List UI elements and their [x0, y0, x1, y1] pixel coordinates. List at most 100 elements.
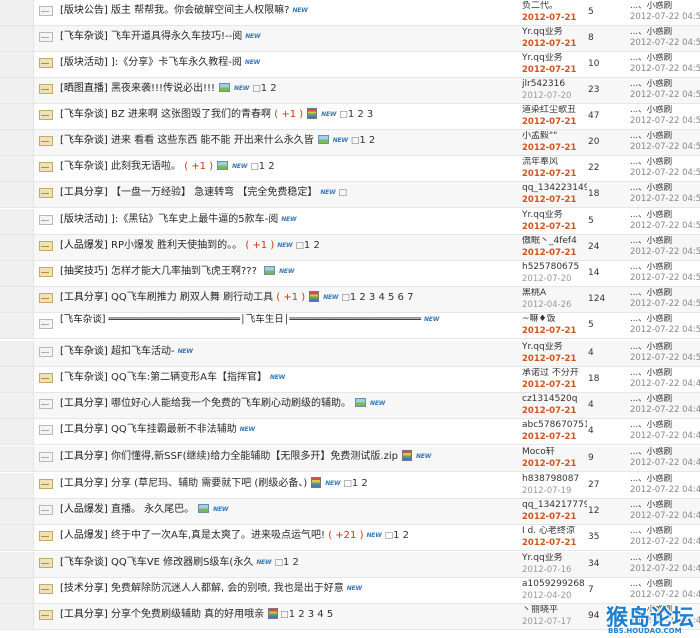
thread-subject-link[interactable]: 超扣飞车活动-	[108, 346, 175, 357]
author-name-link[interactable]: Yr.qq业务	[522, 342, 587, 353]
thread-row[interactable]: [人品爆发] 终于中了一次A车,真是太爽了。进来吸点运气吧! ( +21 ) NE…	[0, 525, 700, 551]
author-name-link[interactable]: I d. 心老终涼	[522, 526, 587, 537]
page-links[interactable]: 1 2 3	[348, 109, 373, 120]
thread-row[interactable]: [飞车杂谈] QQ飞车VE 修改器刷S级车(永久 NEW □1 2 Yr.qq业务 20…	[0, 552, 700, 578]
author-name-link[interactable]: cz1314520q	[522, 394, 587, 405]
thread-row[interactable]: [工具分享] 分享 (草尼玛、辅助 需要就下吧 (刷级必备、) NEW □1 2 h8…	[0, 473, 700, 499]
author-name-link[interactable]: a1059299268	[522, 579, 587, 590]
folder-icon[interactable]	[39, 188, 53, 198]
folder-icon[interactable]	[39, 293, 53, 303]
thread-row[interactable]: [版块公告] 版主 帮帮我。你会破解空间主人权限嘛? NEW 负二代。 2012-07…	[0, 0, 700, 26]
thread-subject-link[interactable]: QQ飞车挂霸最新不非法辅助	[108, 424, 237, 435]
last-post-author-link[interactable]: ...、小惑刷	[630, 420, 700, 431]
last-post-author-link[interactable]: ...、小惑刷	[630, 314, 700, 325]
folder-icon[interactable]	[39, 241, 53, 251]
thread-category[interactable]: [版块公告]	[60, 5, 108, 16]
thread-category[interactable]: [工具分享]	[60, 187, 108, 198]
last-post-author-link[interactable]: ...、小惑刷	[630, 131, 700, 142]
thread-subject-link[interactable]: 此刻我无语啦。	[108, 161, 181, 172]
page-links[interactable]: 1 2	[261, 83, 277, 94]
thread-category[interactable]: [人品爆发]	[60, 530, 108, 541]
thread-subject-link[interactable]: 怎样才能大几率抽到飞虎王啊???	[108, 266, 260, 277]
page-links[interactable]: 1 2 3 4 5	[289, 609, 334, 620]
author-name-link[interactable]: qq_1342177795	[522, 500, 587, 511]
author-name-link[interactable]: 小孟毅""	[522, 131, 587, 142]
last-post-author-link[interactable]: ...、小惑刷	[630, 500, 700, 511]
thread-category[interactable]: [飞车杂谈]	[60, 31, 108, 42]
thread-subject-link[interactable]: 免费解除防沉迷人人都解, 会的别喷, 我也是出于好意	[108, 583, 344, 594]
thread-subject-link[interactable]: 版主 帮帮我。你会破解空间主人权限嘛?	[108, 5, 290, 16]
last-post-author-link[interactable]: ...、小惑刷	[630, 157, 700, 168]
page-links[interactable]: 1 2	[259, 161, 275, 172]
thread-subject-link[interactable]: RP小爆发 胜利天使抽到的。。	[108, 240, 242, 251]
last-post-author-link[interactable]: ...、小惑刷	[630, 579, 700, 590]
page-links[interactable]: 1 2 3 4 5 6 7	[350, 292, 414, 303]
thread-row[interactable]: [人品爆发] 直播。 永久尾巴。NEWqq_13421777952012-07-…	[0, 499, 700, 525]
page-links[interactable]: 1 2	[352, 478, 368, 489]
thread-category[interactable]: [飞车杂谈]	[60, 109, 108, 120]
last-post-author-link[interactable]: ...、小惑刷	[630, 474, 700, 485]
thread-subject-link[interactable]: ]:《黑钻》飞车史上最牛逼的5款车-阅	[108, 214, 278, 225]
envelope-icon[interactable]	[39, 452, 53, 462]
last-post-time[interactable]: 2012-07-22 04:52	[630, 142, 700, 153]
thread-subject-link[interactable]: 终于中了一次A车,真是太爽了。进来吸点运气吧!	[108, 530, 325, 541]
last-post-author-link[interactable]: ...、小惑刷	[630, 27, 700, 38]
last-post-author-link[interactable]: ...、小惑刷	[630, 262, 700, 273]
thread-row[interactable]: [飞车杂谈] QQ飞车:第二辆变形A车【指挥官】 NEW 承诺过 不分开 2012-0…	[0, 367, 700, 393]
thread-category[interactable]: [版块活动]	[60, 57, 108, 68]
last-post-time[interactable]: 2012-07-22 04:49	[630, 485, 700, 496]
page-links[interactable]: 1 2	[359, 135, 375, 146]
author-name-link[interactable]: Yr.qq业务	[522, 53, 587, 64]
thread-subject-link[interactable]: 分享个免费刷级辅助 真的好用哦亲	[108, 609, 264, 620]
last-post-time[interactable]: 2012-07-22 04:49	[630, 511, 700, 522]
thread-row[interactable]: [飞车杂谈] BZ 进来啊 这张图毁了我们的青春啊 ( +1 ) NEW □1 2 …	[0, 104, 700, 130]
last-post-author-link[interactable]: ...、小惑刷	[630, 553, 700, 564]
last-post-author-link[interactable]: ...、小惑刷	[630, 1, 700, 12]
author-name-link[interactable]: 黑桃A	[522, 288, 587, 299]
thread-category[interactable]: [人品爆发]	[60, 504, 108, 515]
envelope-icon[interactable]	[39, 215, 53, 225]
thread-row[interactable]: [技术分享] 免费解除防沉迷人人都解, 会的别喷, 我也是出于好意 NEW a105…	[0, 578, 700, 604]
thread-category[interactable]: [工具分享]	[60, 292, 108, 303]
last-post-author-link[interactable]: ...、小惑刷	[630, 105, 700, 116]
page-links[interactable]: 1 2	[283, 557, 299, 568]
last-post-time[interactable]: 2012-07-22 04:50	[630, 299, 700, 310]
thread-category[interactable]: [工具分享]	[60, 609, 108, 620]
last-post-author-link[interactable]: ...、小惑刷	[630, 342, 700, 353]
author-name-link[interactable]: qq_1342231490	[522, 183, 587, 194]
author-name-link[interactable]: 承诺过 不分开	[522, 368, 587, 379]
author-name-link[interactable]: 流年奉风	[522, 157, 587, 168]
last-post-time[interactable]: 2012-07-22 04:51	[630, 194, 700, 205]
thread-category[interactable]: [工具分享]	[60, 478, 108, 489]
thread-category[interactable]: [飞车杂谈]	[60, 557, 108, 568]
thread-category[interactable]: [人品爆发]	[60, 240, 108, 251]
thread-category[interactable]: [飞车杂谈]	[60, 372, 108, 383]
folder-icon[interactable]	[39, 479, 53, 489]
last-post-author-link[interactable]: ...、小惑刷	[630, 447, 700, 458]
author-name-link[interactable]: 道染红尘歌丑	[522, 105, 587, 116]
thread-subject-link[interactable]: 分享 (草尼玛、辅助 需要就下吧 (刷级必备、)	[108, 478, 307, 489]
thread-subject-link[interactable]: ═══════════════════════│飞车生日│═══════════…	[105, 314, 421, 325]
last-post-time[interactable]: 2012-07-22 04:49	[630, 405, 700, 416]
folder-icon[interactable]	[39, 610, 53, 620]
thread-row[interactable]: [工具分享] 哪位好心人能给我一个免费的飞车刷心动刷级的辅助。 NEW cz1314…	[0, 393, 700, 419]
last-post-time[interactable]: 2012-07-22 04:49	[630, 431, 700, 442]
envelope-icon[interactable]	[39, 347, 53, 357]
folder-icon[interactable]	[39, 584, 53, 594]
thread-subject-link[interactable]: 哪位好心人能给我一个免费的飞车刷心动刷级的辅助。	[108, 398, 351, 409]
thread-row[interactable]: [工具分享] 分享个免费刷级辅助 真的好用哦亲 □1 2 3 4 5 丶丽晓平 201…	[0, 604, 700, 630]
author-name-link[interactable]: abc578670751	[522, 420, 587, 431]
last-post-author-link[interactable]: ...、小惑刷	[630, 53, 700, 64]
last-post-time[interactable]: 2012-07-22 04:54	[630, 12, 700, 23]
author-name-link[interactable]: Moco轩	[522, 447, 587, 458]
last-post-author-link[interactable]: ...、小惑刷	[630, 368, 700, 379]
thread-category[interactable]: [版块活动]	[60, 214, 108, 225]
last-post-time[interactable]: 2012-07-22 04:52	[630, 168, 700, 179]
folder-icon[interactable]	[39, 136, 53, 146]
thread-subject-link[interactable]: 你们懂得,新SSF(继续)给力全能辅助【无限多开】免费测试版.zip	[108, 451, 398, 462]
last-post-time[interactable]: 2012-07-22 04:51	[630, 221, 700, 232]
thread-category[interactable]: [飞车杂谈]	[60, 314, 105, 325]
last-post-author-link[interactable]: ...、小惑刷	[630, 183, 700, 194]
thread-row[interactable]: [飞车杂谈] 进来 看看 这些东西 能不能 开出来什么永久皆 NEW □1 2 小孟毅…	[0, 130, 700, 156]
last-post-author-link[interactable]: ...、小惑刷	[630, 79, 700, 90]
